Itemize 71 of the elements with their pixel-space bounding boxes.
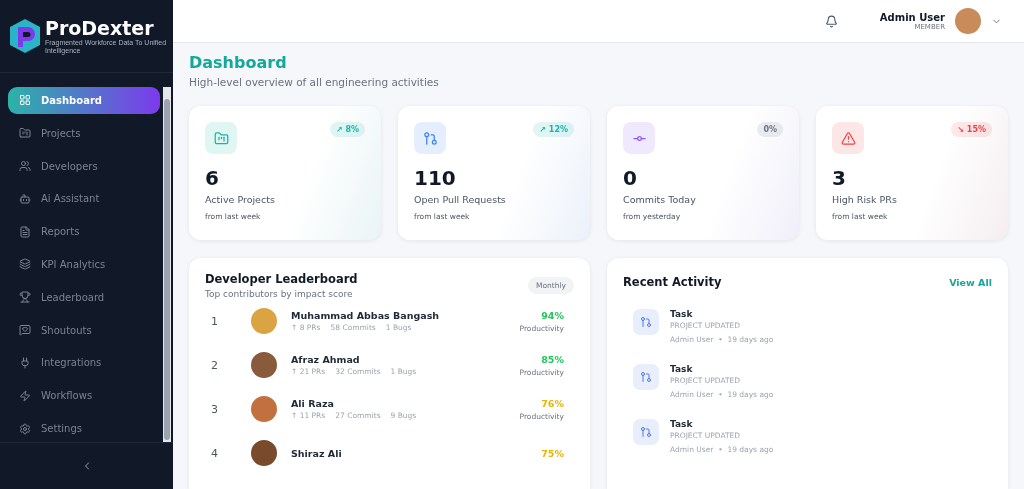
avatar <box>251 308 277 334</box>
stat-label: Open Pull Requests <box>414 194 507 205</box>
panel-title: Developer Leaderboard <box>205 272 358 286</box>
nav-item[interactable]: Projects <box>8 119 160 147</box>
stat-label: High Risk PRs <box>832 194 898 205</box>
nav-item[interactable]: Shoutouts <box>8 316 160 344</box>
change-percent: 0% <box>763 125 777 134</box>
nav-item[interactable]: Developers <box>8 152 160 180</box>
nav-icon <box>19 422 31 435</box>
notification-bell-icon[interactable] <box>824 14 838 28</box>
nav-icon <box>19 192 31 205</box>
nav-icon <box>19 389 31 402</box>
pull-request-icon <box>640 426 652 438</box>
scrollbar[interactable] <box>163 87 171 442</box>
nav-item[interactable]: Settings <box>8 415 160 442</box>
nav-icon <box>19 127 31 140</box>
productivity-score: 76% <box>541 397 564 409</box>
stat-label: Active Projects <box>205 194 276 205</box>
activity-title: Task <box>670 364 694 374</box>
productivity-score: 94% <box>541 309 564 321</box>
panel-subtitle: Top contributors by impact score <box>205 289 354 299</box>
stat-icon <box>213 130 229 146</box>
stat-value: 3 <box>832 166 847 190</box>
nav-item[interactable]: Leaderboard <box>8 283 160 311</box>
view-all-link[interactable]: View All <box>949 276 992 288</box>
nav-item[interactable]: Reports <box>8 218 160 246</box>
logo-icon <box>8 18 42 54</box>
rank-number: 3 <box>210 402 219 416</box>
avatar <box>251 352 277 378</box>
stat-value: 6 <box>205 166 220 190</box>
nav-item[interactable]: Ai Assistant <box>8 185 160 213</box>
nav-icon <box>19 258 31 271</box>
avatar <box>251 440 277 466</box>
stat-icon <box>422 130 438 146</box>
page-subtitle: High-level overview of all engineering activities <box>189 76 440 88</box>
change-percent: ↗ 12% <box>539 125 568 134</box>
developer-name: Shiraz Ali <box>291 447 343 459</box>
stat-value: 110 <box>414 166 457 190</box>
activity-title: Task <box>670 419 694 429</box>
developer-name: Afraz Ahmad <box>291 354 361 365</box>
nav-item[interactable]: Dashboard <box>8 87 160 114</box>
page-title: Dashboard <box>189 53 288 72</box>
developer-name: Muhammad Abbas Bangash <box>291 310 441 321</box>
pull-request-icon <box>640 371 652 383</box>
nav-icon <box>19 94 31 107</box>
stat-value: 0 <box>623 166 638 190</box>
user-name: Admin User <box>879 11 945 23</box>
change-percent: ↗ 8% <box>335 125 359 134</box>
nav-item[interactable]: Workflows <box>8 382 160 410</box>
avatar[interactable] <box>955 8 981 34</box>
nav-item[interactable]: KPI Analytics <box>8 251 160 278</box>
nav-icon <box>19 324 31 337</box>
rank-number: 4 <box>210 446 219 460</box>
developer-name: Ali Raza <box>291 398 335 409</box>
nav-icon <box>19 291 31 304</box>
rank-number: 1 <box>210 314 219 328</box>
productivity-score: 85% <box>541 353 564 365</box>
rank-number: 2 <box>210 358 219 372</box>
nav-item[interactable]: Integrations <box>8 349 160 377</box>
nav-icon <box>19 356 31 369</box>
panel-title: Recent Activity <box>623 275 722 289</box>
stat-icon <box>840 130 856 146</box>
avatar <box>251 396 277 422</box>
nav-icon <box>19 225 31 238</box>
pull-request-icon <box>640 316 652 328</box>
brand-name: ProDexter <box>45 17 155 39</box>
activity-title: Task <box>670 309 694 319</box>
nav-icon <box>19 160 31 173</box>
productivity-score: 75% <box>541 447 564 459</box>
change-percent: ↘ 15% <box>957 125 986 134</box>
stat-label: Commits Today <box>623 194 697 205</box>
